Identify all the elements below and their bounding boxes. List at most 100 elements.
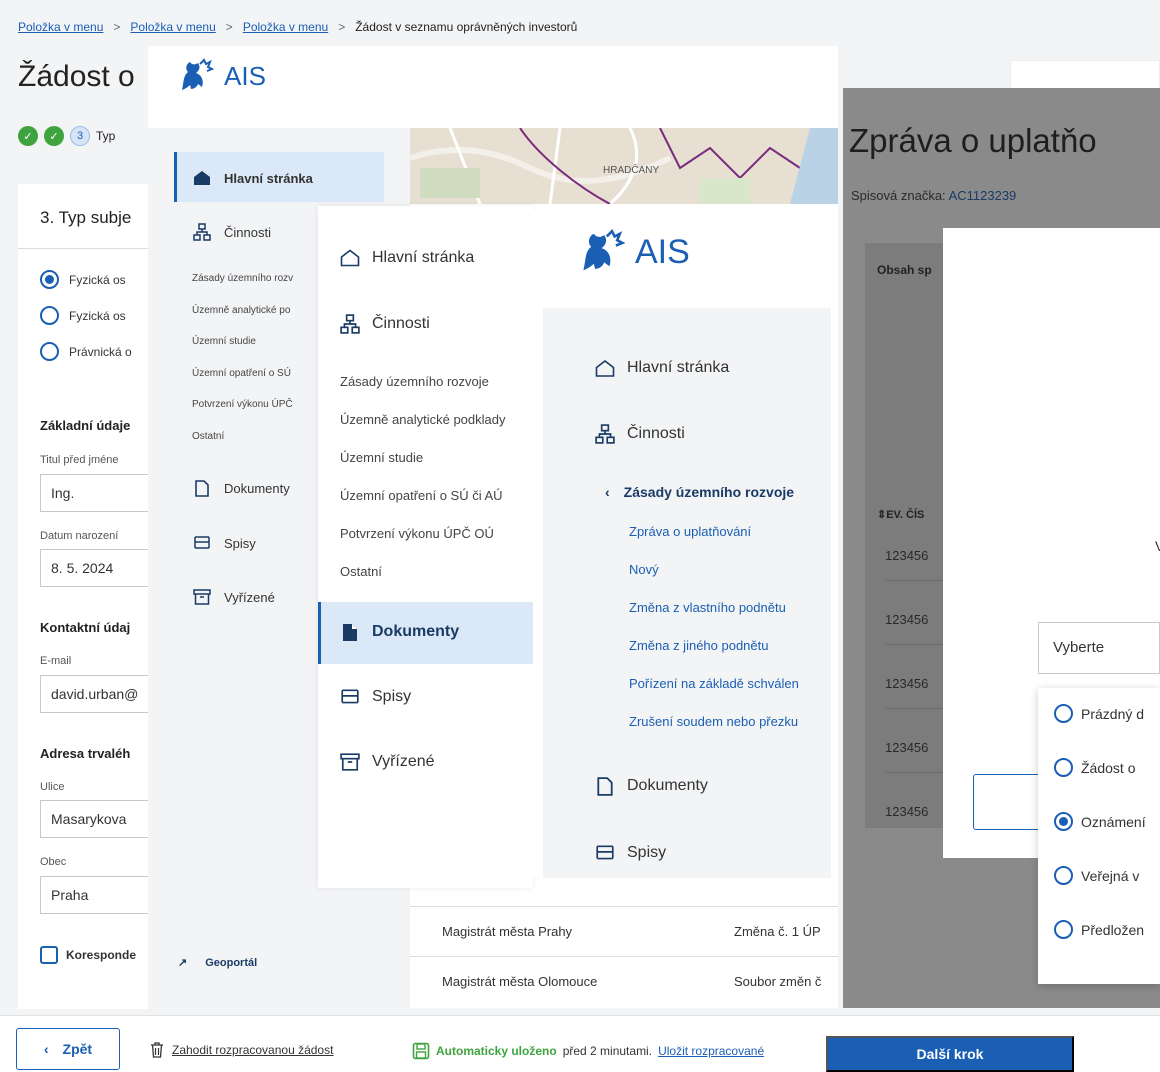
- table-cell[interactable]: 123456: [885, 676, 928, 691]
- folders-icon: [595, 843, 615, 863]
- header-search-field[interactable]: [1010, 60, 1160, 90]
- breadcrumb-link-1[interactable]: Položka v menu: [18, 20, 103, 34]
- file-reference-link[interactable]: AC1123239: [949, 188, 1017, 203]
- next-step-button[interactable]: Další krok: [826, 1036, 1074, 1072]
- divider: [18, 248, 148, 249]
- ais-logo[interactable]: AIS: [573, 226, 690, 278]
- table-row[interactable]: Magistrát města Olomouce Soubor změn č: [410, 956, 838, 1006]
- title-label: Titul před jméne: [40, 454, 119, 466]
- ais-logo[interactable]: AIS: [174, 56, 266, 96]
- geoportal-link[interactable]: ↗ Geoportál: [178, 956, 257, 970]
- map-preview[interactable]: HRADČANY: [410, 128, 838, 204]
- column-header[interactable]: ⇕EV. ČÍS: [877, 508, 924, 521]
- sidebar-subitem[interactable]: Územní opatření o SÚ či AÚ: [340, 488, 503, 503]
- title-input[interactable]: Ing.: [40, 474, 160, 512]
- chevron-left-icon: ‹: [605, 484, 610, 500]
- back-button[interactable]: ‹ Zpět: [16, 1028, 120, 1070]
- address-heading: Adresa trvaléh: [40, 746, 131, 761]
- document-type-select[interactable]: Vyberte: [1038, 622, 1160, 674]
- folders-icon: [340, 687, 360, 707]
- table-cell[interactable]: 123456: [885, 804, 928, 819]
- dob-input[interactable]: 8. 5. 2024: [40, 549, 160, 587]
- document-icon: [595, 776, 615, 796]
- sidebar-item-activities[interactable]: Činnosti: [595, 424, 685, 444]
- breadcrumb-separator: >: [225, 20, 233, 34]
- sidebar-subitem[interactable]: Potvrzení výkonu ÚPČ: [192, 399, 293, 410]
- sidebar-subitem[interactable]: Zrušení soudem nebo přezku: [629, 714, 798, 729]
- sidebar-item-activities[interactable]: Činnosti: [340, 314, 430, 334]
- radio-icon: [1054, 704, 1073, 723]
- sitemap-icon: [595, 424, 615, 444]
- sidebar-item-documents[interactable]: Dokumenty: [192, 478, 290, 498]
- sidebar-item-files[interactable]: Spisy: [192, 533, 256, 553]
- table-cell[interactable]: 123456: [885, 548, 928, 563]
- radio-icon: [40, 306, 59, 325]
- step-current[interactable]: 3: [70, 126, 90, 146]
- document-icon: [340, 622, 360, 642]
- radio-subject-type-1[interactable]: Fyzická os: [40, 270, 126, 289]
- sidebar-subitem[interactable]: Potvrzení výkonu ÚPČ OÚ: [340, 526, 494, 541]
- sidebar-item-home[interactable]: Hlavní stránka: [340, 248, 474, 268]
- sidebar-subitem[interactable]: Změna z jiného podnětu: [629, 638, 768, 653]
- correspondence-checkbox[interactable]: Koresponde: [40, 946, 136, 964]
- option-radio[interactable]: Oznámení: [1054, 812, 1146, 831]
- sidebar-subitem[interactable]: Územní studie: [192, 336, 256, 347]
- city-input[interactable]: Praha: [40, 876, 160, 914]
- radio-subject-type-2[interactable]: Fyzická os: [40, 306, 126, 325]
- sidebar-item-files[interactable]: Spisy: [340, 687, 411, 707]
- sidebar-subitem[interactable]: Ostatní: [340, 564, 382, 579]
- sidebar-subitem[interactable]: Ostatní: [192, 431, 224, 442]
- table-cell[interactable]: 123456: [885, 612, 928, 627]
- lion-logo-icon: [182, 58, 214, 90]
- breadcrumb-link-2[interactable]: Položka v menu: [130, 20, 215, 34]
- sidebar-subitem[interactable]: Pořízení na základě schválen: [629, 676, 799, 691]
- radio-subject-type-3[interactable]: Právnická o: [40, 342, 132, 361]
- table-cell[interactable]: 123456: [885, 740, 928, 755]
- sidebar-item-done[interactable]: Vyřízené: [192, 587, 275, 607]
- trash-icon: [151, 1042, 163, 1058]
- chevron-left-icon: ‹: [43, 1041, 49, 1057]
- table-row[interactable]: Magistrát města Prahy Změna č. 1 ÚP: [410, 906, 838, 956]
- sidebar-item-home[interactable]: Hlavní stránka: [192, 168, 313, 188]
- sidebar-subitem[interactable]: Zpráva o uplatňování: [629, 524, 751, 539]
- document-icon: [192, 478, 212, 498]
- option-radio[interactable]: Veřejná v: [1054, 866, 1139, 885]
- sort-icon: ⇕: [877, 509, 887, 521]
- option-radio[interactable]: Předložen: [1054, 920, 1144, 939]
- sidebar-subitem[interactable]: Územně analytické po: [192, 305, 290, 316]
- option-radio[interactable]: Žádost o: [1054, 758, 1135, 777]
- save-draft-link[interactable]: Uložit rozpracované: [658, 1044, 764, 1058]
- street-input[interactable]: Masarykova: [40, 800, 160, 838]
- breadcrumb-separator: >: [113, 20, 121, 34]
- ais-window-expanded: AIS Hlavní stránka Činnosti ‹ Zásady úze…: [533, 210, 831, 878]
- sidebar-item-documents[interactable]: Dokumenty: [340, 622, 459, 642]
- sidebar-subitem[interactable]: Územní opatření o SÚ: [192, 368, 291, 379]
- sidebar-subitem-active[interactable]: ‹ Zásady územního rozvoje: [605, 484, 794, 500]
- email-input[interactable]: david.urban@: [40, 675, 160, 713]
- sidebar-subitem[interactable]: Územně analytické podklady: [340, 412, 505, 427]
- discard-draft-link[interactable]: Zahodit rozpracovanou žádost: [150, 1042, 333, 1058]
- results-table: Magistrát města Prahy Změna č. 1 ÚP Magis…: [410, 906, 838, 1006]
- sidebar-subitem[interactable]: Územní studie: [340, 450, 423, 465]
- option-radio[interactable]: Prázdný d: [1054, 704, 1144, 723]
- form-card: 3. Typ subje Fyzická os Fyzická os Právn…: [18, 184, 160, 1009]
- sidebar-subitem[interactable]: Změna z vlastního podnětu: [629, 600, 786, 615]
- sidebar-item-activities[interactable]: Činnosti: [192, 222, 271, 242]
- email-label: E-mail: [40, 655, 72, 667]
- sidebar-subitem[interactable]: Zásady územního rozv: [192, 273, 293, 284]
- sidebar-item-done[interactable]: Vyřízené: [340, 752, 435, 772]
- breadcrumb-link-3[interactable]: Položka v menu: [243, 20, 328, 34]
- sidebar-item-documents[interactable]: Dokumenty: [595, 776, 708, 796]
- sidebar-item-files[interactable]: Spisy: [595, 843, 666, 863]
- step-done-icon[interactable]: ✓: [44, 126, 64, 146]
- sidebar-subitem[interactable]: Nový: [629, 562, 659, 577]
- ais-window-medium: Hlavní stránka Činnosti Zásady územního …: [318, 206, 533, 888]
- arrow-up-right-icon: ↗: [178, 957, 188, 969]
- step-done-icon[interactable]: ✓: [18, 126, 38, 146]
- stepper: ✓ ✓ 3 Typ: [18, 126, 115, 146]
- sitemap-icon: [340, 314, 360, 334]
- form-footer: ‹ Zpět Zahodit rozpracovanou žádost Autom…: [0, 1015, 1160, 1072]
- sidebar-item-home[interactable]: Hlavní stránka: [595, 358, 729, 378]
- archive-icon: [192, 587, 212, 607]
- sidebar-subitem[interactable]: Zásady územního rozvoje: [340, 374, 489, 389]
